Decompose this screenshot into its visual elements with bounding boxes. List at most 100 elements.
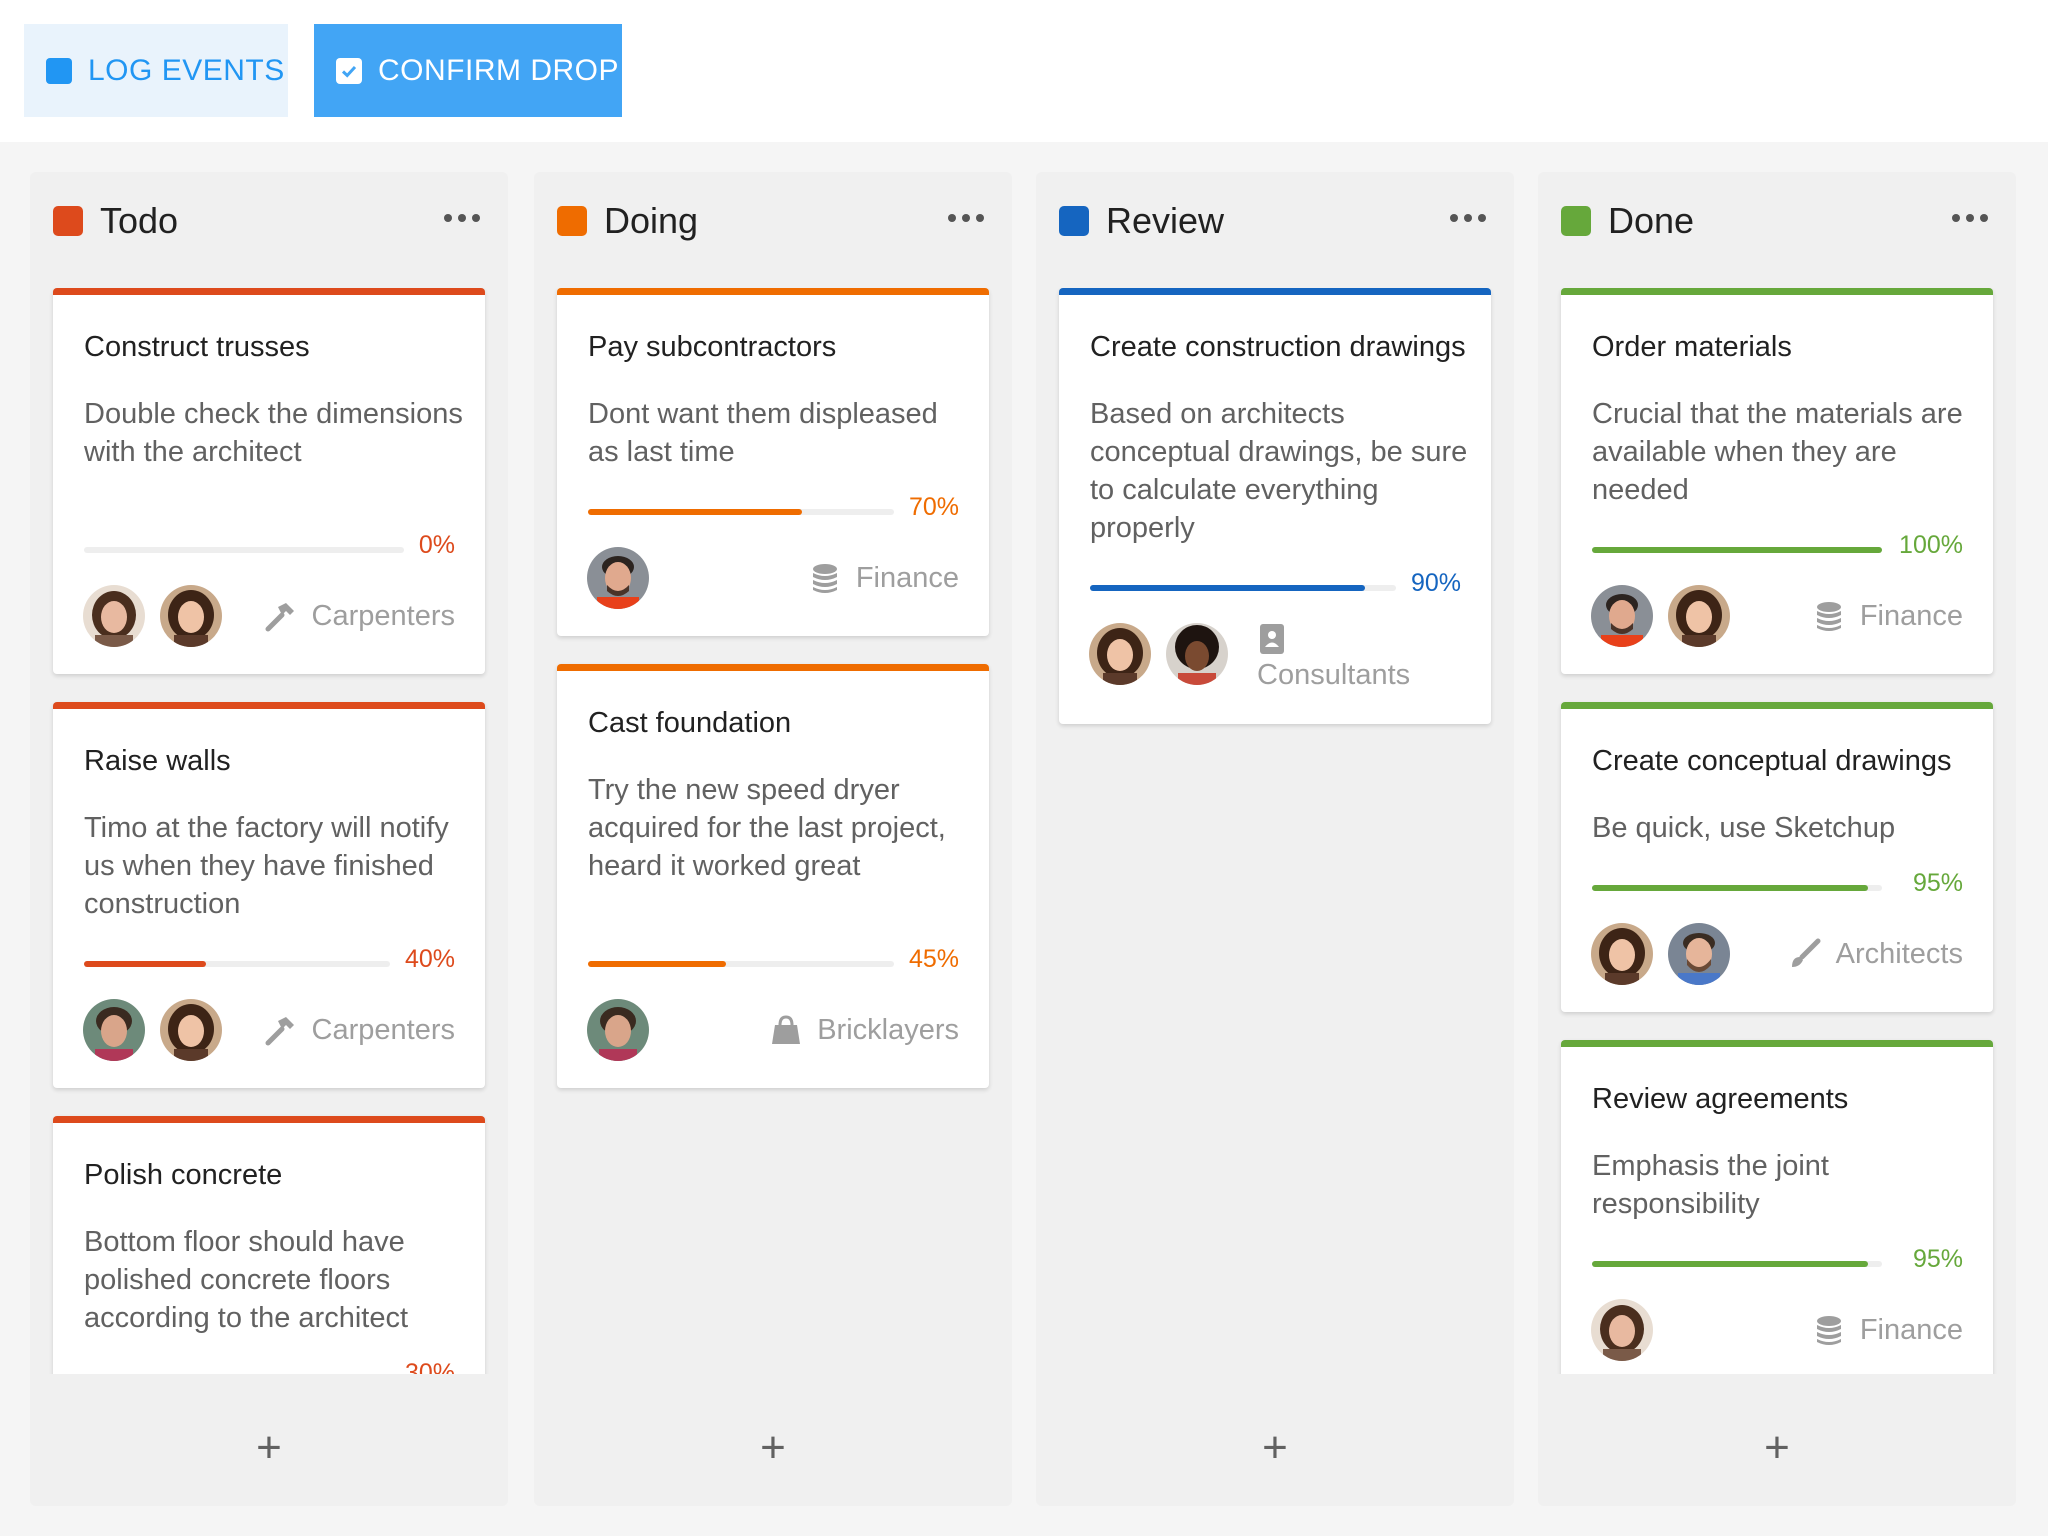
progress-label: 90%	[1410, 569, 1461, 597]
more-options-icon[interactable]	[948, 208, 984, 228]
column-title: Todo	[100, 200, 179, 241]
brush-icon	[1791, 938, 1821, 967]
badge-icon	[1260, 624, 1284, 654]
task-card[interactable]: Create construction drawings Based on ar…	[1059, 288, 1491, 724]
add-card-button[interactable]: +	[534, 1418, 1012, 1478]
progress-label: 70%	[908, 493, 959, 521]
card-title: Raise walls	[84, 745, 231, 777]
column-color-dot	[557, 206, 587, 236]
card-description: Double check the dimensions with the arc…	[84, 398, 463, 468]
task-card[interactable]: Construct trusses Double check the dimen…	[53, 288, 485, 674]
card-list: Create construction drawings Based on ar…	[1036, 288, 1514, 1374]
progress-label: 95%	[1912, 1245, 1963, 1273]
add-card-button[interactable]: +	[1538, 1418, 2016, 1478]
card-description: Crucial that the materials are available…	[1592, 398, 1963, 506]
column-doing: Doing Pay subcontractors Dont want them …	[534, 172, 1012, 1506]
hammer-icon	[265, 1017, 294, 1046]
avatar[interactable]	[1668, 585, 1730, 647]
team-label: Consultants	[1257, 623, 1410, 692]
progress-label: 45%	[908, 945, 959, 973]
progress-bar	[1090, 585, 1396, 591]
team-name: Carpenters	[311, 1013, 455, 1046]
card-title: Order materials	[1592, 331, 1792, 363]
team-name: Finance	[1859, 599, 1963, 632]
team-name: Bricklayers	[817, 1013, 959, 1046]
task-card[interactable]: Order materials Crucial that the materia…	[1561, 288, 1993, 674]
assignee-avatars	[587, 999, 664, 1061]
avatar[interactable]	[160, 999, 222, 1061]
column-title: Done	[1608, 200, 1695, 241]
avatar[interactable]	[587, 999, 649, 1061]
column-done: Done Order materials Crucial that the ma…	[1538, 172, 2016, 1506]
toolbar: LOG EVENTS CONFIRM DROP	[0, 0, 2048, 142]
card-list: Pay subcontractors Dont want them disple…	[534, 288, 1012, 1374]
avatar[interactable]	[587, 547, 649, 609]
task-card[interactable]: Review agreements Emphasis the joint res…	[1561, 1040, 1993, 1374]
column-color-dot	[53, 206, 83, 236]
task-card[interactable]: Raise walls Timo at the factory will not…	[53, 702, 485, 1088]
assignee-avatars	[587, 547, 664, 609]
progress-bar	[84, 961, 390, 967]
more-options-icon[interactable]	[1450, 208, 1486, 228]
team-name: Architects	[1835, 937, 1963, 970]
team-name: Carpenters	[311, 599, 455, 632]
avatar[interactable]	[160, 585, 222, 647]
card-list: Construct trusses Double check the dimen…	[30, 288, 508, 1374]
task-card[interactable]: Cast foundation Try the new speed dryer …	[557, 664, 989, 1088]
column-header: Done	[1538, 172, 2016, 272]
avatar[interactable]	[1591, 1299, 1653, 1361]
team-name: Consultants	[1257, 659, 1411, 691]
coins-icon	[812, 564, 837, 593]
team-label: Finance	[808, 561, 959, 595]
team-label: Architects	[1788, 937, 1963, 971]
card-title: Polish concrete	[84, 1159, 283, 1191]
assignee-avatars	[1591, 585, 1745, 647]
card-description: Timo at the factory will notify us when …	[84, 812, 449, 920]
team-label: Carpenters	[264, 599, 455, 633]
checkbox-unchecked-icon	[46, 57, 72, 84]
hammer-icon	[265, 603, 294, 632]
more-options-icon[interactable]	[444, 208, 480, 228]
column-color-dot	[1561, 206, 1591, 236]
column-title: Doing	[604, 200, 699, 241]
more-options-icon[interactable]	[1952, 208, 1988, 228]
column-header: Doing	[534, 172, 1012, 272]
progress-bar	[1592, 1261, 1882, 1267]
progress-label: 0%	[418, 531, 455, 559]
avatar[interactable]	[83, 999, 145, 1061]
assignee-avatars	[1089, 623, 1243, 685]
column-header: Todo	[30, 172, 508, 272]
add-card-button[interactable]: +	[30, 1418, 508, 1478]
team-label: Bricklayers	[769, 1013, 959, 1047]
bag-icon	[772, 1015, 801, 1044]
task-card[interactable]: Create conceptual drawings Be quick, use…	[1561, 702, 1993, 1012]
log-events-toggle[interactable]: LOG EVENTS	[24, 24, 288, 117]
column-review: Review Create construction drawings Base…	[1036, 172, 1514, 1506]
avatar[interactable]	[1668, 923, 1730, 985]
avatar[interactable]	[1166, 623, 1228, 685]
progress-label: 40%	[404, 945, 455, 973]
confirm-drop-label: CONFIRM DROP	[378, 53, 619, 87]
column-title: Review	[1106, 200, 1225, 241]
avatar[interactable]	[1591, 585, 1653, 647]
card-title: Cast foundation	[588, 707, 792, 739]
card-description: Try the new speed dryer acquired for the…	[588, 774, 946, 882]
add-card-button[interactable]: +	[1036, 1418, 1514, 1478]
assignee-avatars	[1591, 923, 1745, 985]
avatar[interactable]	[83, 585, 145, 647]
column-color-dot	[1059, 206, 1089, 236]
card-title: Create conceptual drawings	[1592, 745, 1952, 777]
card-title: Pay subcontractors	[588, 331, 837, 363]
progress-bar	[1592, 885, 1882, 891]
progress-label: 95%	[1912, 869, 1963, 897]
avatar[interactable]	[1591, 923, 1653, 985]
task-card[interactable]: Pay subcontractors Dont want them disple…	[557, 288, 989, 636]
coins-icon	[1816, 602, 1841, 631]
progress-label: 30%	[404, 1359, 455, 1374]
card-description: Be quick, use Sketchup	[1592, 812, 1896, 844]
avatar[interactable]	[1089, 623, 1151, 685]
progress-bar	[588, 961, 894, 967]
task-card[interactable]: Polish concrete Bottom floor should have…	[53, 1116, 485, 1374]
confirm-drop-toggle[interactable]: CONFIRM DROP	[314, 24, 622, 117]
assignee-avatars	[83, 999, 237, 1061]
